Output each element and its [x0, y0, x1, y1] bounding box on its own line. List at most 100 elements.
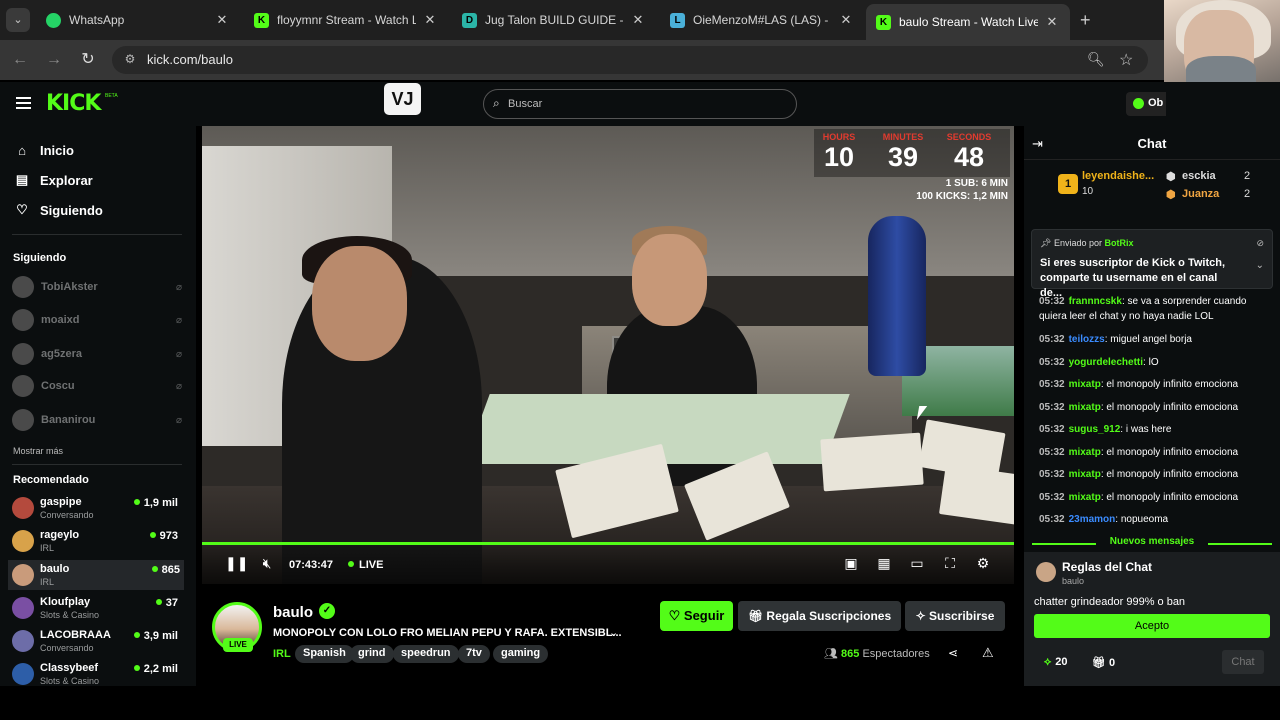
recommended-item[interactable]: rageylo IRL 973 [12, 526, 182, 556]
message-user[interactable]: frannncskk [1069, 296, 1122, 307]
leaderboard-entry[interactable]: ⬢ Juanza 2 [1166, 188, 1250, 201]
follow-button[interactable]: ♡ Seguir [660, 601, 733, 631]
settings-gear-icon[interactable]: ⚙ [974, 555, 992, 572]
url-text[interactable]: kick.com/baulo [147, 52, 233, 67]
close-tab-icon[interactable]: ✕ [1044, 14, 1060, 30]
send-chat-button[interactable]: Chat [1222, 650, 1264, 674]
tab-search-button[interactable]: ⌄ [6, 8, 30, 32]
message-user[interactable]: mixatp [1069, 469, 1101, 480]
nav-siguiendo[interactable]: ♡ Siguiendo [14, 200, 103, 220]
message-user[interactable]: yogurdelechetti [1069, 357, 1143, 368]
chevron-down-icon[interactable]: ⌄ [1256, 260, 1264, 271]
close-tab-icon[interactable]: ✕ [838, 12, 854, 28]
chat-message[interactable]: 05:32 mixatp: el monopoly infinito emocio… [1039, 467, 1271, 482]
tag[interactable]: Spanish [295, 645, 354, 663]
kick-logo[interactable]: KICK [46, 91, 101, 116]
chat-message[interactable]: 05:32 23mamon: nopueoma [1039, 512, 1271, 527]
channel-name[interactable]: baulo [273, 604, 313, 621]
nav-inicio[interactable]: ⌂ Inicio [14, 140, 74, 160]
clip-icon[interactable]: ▦ [875, 555, 893, 572]
pinned-message[interactable]: 📌︎ Enviado por BotRix ⊘ Si eres suscript… [1031, 229, 1273, 299]
close-tab-icon[interactable]: ✕ [214, 12, 230, 28]
chat-message[interactable]: 05:32 mixatp: el monopoly infinito emocio… [1039, 400, 1271, 415]
tag[interactable]: 7tv [458, 645, 490, 663]
tab-jug-talon[interactable]: D Jug Talon BUILD GUIDE - RU ✕ [452, 4, 656, 36]
recommended-item[interactable]: gaspipe Conversando 1,9 mil [12, 493, 182, 523]
search-input[interactable]: ⌕ Buscar [483, 89, 797, 119]
nav-explorar[interactable]: ▤ Explorar [14, 170, 93, 190]
tag[interactable]: speedrun [393, 645, 459, 663]
chat-message[interactable]: 05:32 teilozzs: miguel angel borja [1039, 332, 1271, 347]
site-info-icon[interactable]: ⚙ [122, 52, 138, 68]
tab-league[interactable]: L OieMenzoM#LAS (LAS) - League ✕ [660, 4, 864, 36]
leaderboard-first-name[interactable]: leyendaishe... [1082, 170, 1154, 182]
new-tab-icon[interactable]: + [1080, 10, 1091, 31]
channel-points[interactable]: ⟡ 20 [1044, 656, 1068, 669]
message-user[interactable]: mixatp [1069, 379, 1101, 390]
viewer-count: 1,9 mil [134, 497, 178, 509]
show-more-link[interactable]: Mostrar más [13, 446, 63, 456]
zoom-icon[interactable]: 🔍︎ [1087, 51, 1105, 68]
chat-message[interactable]: 05:32 mixatp: el monopoly infinito emocio… [1039, 445, 1271, 460]
tag[interactable]: grind [350, 645, 394, 663]
message-user[interactable]: mixatp [1069, 402, 1101, 413]
extension-logo[interactable]: VJ [384, 83, 421, 115]
message-text: el monopoly infinito emociona [1106, 447, 1239, 458]
following-item[interactable]: Bananirou ⌀ [12, 409, 182, 431]
omnibox[interactable]: ⚙ kick.com/baulo 🔍︎ ☆ [112, 46, 1148, 74]
recommended-item[interactable]: Kloufplay Slots & Casino 37 [12, 593, 182, 623]
share-icon[interactable]: ⋖ [948, 646, 958, 660]
message-text: miguel angel borja [1110, 334, 1192, 345]
following-item[interactable]: moaixd ⌀ [12, 309, 182, 331]
gift-count[interactable]: 🎁︎ 0 [1092, 656, 1115, 669]
message-user[interactable]: mixatp [1069, 492, 1101, 503]
kick-icon: K [254, 12, 269, 28]
close-tab-icon[interactable]: ✕ [630, 12, 646, 28]
following-item[interactable]: TobiAkster ⌀ [12, 276, 182, 298]
unpin-icon[interactable]: ⊘ [1256, 238, 1264, 249]
timer-hours: 10 [823, 142, 855, 172]
message-user[interactable]: sugus_912 [1069, 424, 1121, 435]
chat-message[interactable]: 05:32 frannncskk: se va a sorprender cuan… [1039, 294, 1271, 324]
tab-floyymnr[interactable]: K floyymnr Stream - Watch Live on ✕ [244, 4, 448, 36]
tab-whatsapp[interactable]: WhatsApp ✕ [36, 4, 240, 36]
video-player[interactable]: HOURS MINUTES SECONDS 10 39 48 1 SUB: 6 … [202, 126, 1014, 584]
following-item[interactable]: Coscu ⌀ [12, 375, 182, 397]
recommended-item[interactable]: Classybeef Slots & Casino 2,2 mil [12, 659, 182, 686]
following-item[interactable]: ag5zera ⌀ [12, 343, 182, 365]
message-user[interactable]: 23mamon [1069, 514, 1116, 525]
miniplayer-icon[interactable]: ▣ [842, 555, 860, 572]
chat-message[interactable]: 05:32 mixatp: el monopoly infinito emocio… [1039, 377, 1271, 392]
new-messages-indicator[interactable]: Nuevos mensajes [1024, 536, 1280, 552]
leaderboard-entry[interactable]: ⬢ esckia 2 [1166, 170, 1250, 183]
close-tab-icon[interactable]: ✕ [422, 12, 438, 28]
pause-icon[interactable]: ❚❚ [225, 555, 248, 572]
chat-message[interactable]: 05:32 sugus_912: i was here [1039, 422, 1271, 437]
recommended-item[interactable]: LACOBRAAA Conversando 3,9 mil [12, 626, 182, 656]
reload-icon[interactable]: ↻ [78, 50, 98, 70]
mute-icon[interactable]: 🔇︎ [258, 555, 276, 572]
live-badge: LIVE [223, 638, 253, 652]
category-link[interactable]: IRL [273, 648, 291, 660]
avatar [12, 597, 34, 619]
live-indicator[interactable]: LIVE [348, 559, 383, 571]
gift-subs-button[interactable]: 🎁︎ Regala Suscripciones [738, 601, 901, 631]
message-user[interactable]: teilozzs [1069, 334, 1105, 345]
tab-baulo[interactable]: K baulo Stream - Watch Live on ✕ [866, 4, 1070, 40]
fullscreen-icon[interactable]: ⛶ [941, 555, 959, 572]
tag[interactable]: gaming [493, 645, 549, 663]
message-user[interactable]: mixatp [1069, 447, 1101, 458]
back-icon[interactable]: ← [10, 50, 30, 70]
chat-message[interactable]: 05:32 mixatp: el monopoly infinito emocio… [1039, 490, 1271, 505]
forward-icon[interactable]: → [44, 50, 64, 70]
chat-message[interactable]: 05:32 yogurdelechetti: lO [1039, 355, 1271, 370]
report-icon[interactable]: ⚠ [982, 645, 994, 661]
menu-icon[interactable] [16, 97, 31, 109]
subscribe-button[interactable]: ✧ Suscribirse [905, 601, 1005, 631]
theater-mode-icon[interactable]: ▭ [908, 555, 926, 572]
recommended-item-active[interactable]: baulo IRL 865 [8, 560, 184, 590]
obs-button[interactable]: Ob [1126, 92, 1166, 116]
chevron-down-icon[interactable]: ⌄ [609, 626, 618, 639]
accept-rules-button[interactable]: Acepto [1034, 614, 1270, 638]
bookmark-star-icon[interactable]: ☆ [1119, 50, 1133, 70]
